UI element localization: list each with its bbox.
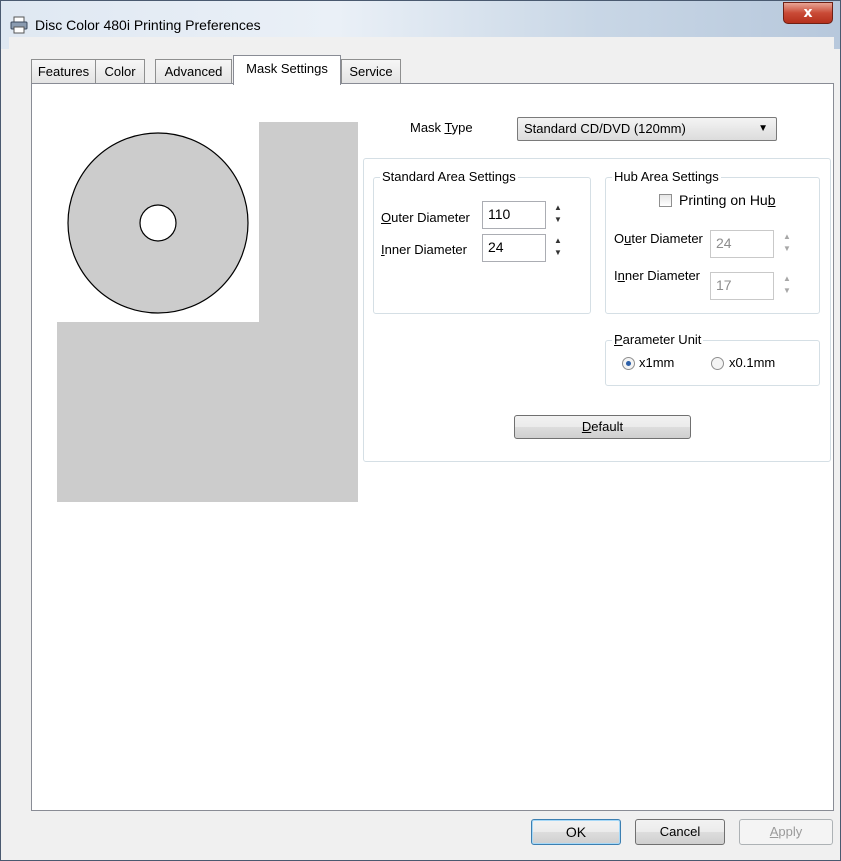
dropdown-arrow-icon: ▼ [758, 123, 768, 134]
hub-outer-diameter-spinner[interactable]: ▲ ▼ [780, 231, 794, 259]
tab-mask-settings[interactable]: Mask Settings [233, 55, 341, 85]
hub-outer-diameter-input[interactable]: 24 [710, 230, 774, 258]
printing-on-hub-checkbox[interactable] [659, 194, 672, 207]
mask-type-label: Mask Type [410, 120, 473, 135]
outer-diameter-label: Outer Diameter [381, 210, 470, 225]
hub-inner-diameter-spinner[interactable]: ▲ ▼ [780, 273, 794, 301]
hub-outer-diameter-label: Outer Diameter [614, 231, 703, 246]
disc-preview [67, 132, 249, 314]
cancel-button[interactable]: Cancel [635, 819, 725, 845]
default-button[interactable]: Default [514, 415, 691, 439]
printing-on-hub-label[interactable]: Printing on Hub [679, 192, 776, 208]
window-title: Disc Color 480i Printing Preferences [35, 17, 261, 33]
close-button[interactable]: x [783, 2, 833, 24]
unit-x01mm-label[interactable]: x0.1mm [729, 355, 775, 370]
hub-area-title: Hub Area Settings [612, 169, 721, 184]
apply-button[interactable]: Apply [739, 819, 833, 845]
mask-type-dropdown[interactable]: Standard CD/DVD (120mm) ▼ [517, 117, 777, 141]
outer-diameter-input[interactable]: 110 [482, 201, 546, 229]
outer-diameter-spinner[interactable]: ▲ ▼ [551, 202, 565, 230]
mask-preview-area-lower [57, 322, 358, 502]
mask-settings-panel: Mask Type Standard CD/DVD (120mm) ▼ Stan… [31, 83, 834, 811]
hub-inner-diameter-input[interactable]: 17 [710, 272, 774, 300]
tab-features[interactable]: Features [31, 59, 96, 84]
inner-diameter-input[interactable]: 24 [482, 234, 546, 262]
hub-inner-diameter-label: Inner Diameter [614, 268, 700, 283]
close-icon: x [803, 5, 813, 21]
inner-diameter-label: Inner Diameter [381, 242, 467, 257]
unit-x1mm-label[interactable]: x1mm [639, 355, 674, 370]
inner-diameter-spinner[interactable]: ▲ ▼ [551, 235, 565, 263]
unit-x01mm-radio[interactable] [711, 357, 724, 370]
printing-preferences-window: Disc Color 480i Printing Preferences x F… [0, 0, 841, 861]
tab-service[interactable]: Service [341, 59, 401, 84]
unit-x1mm-radio[interactable] [622, 357, 635, 370]
standard-area-title: Standard Area Settings [380, 169, 518, 184]
tab-advanced[interactable]: Advanced [155, 59, 232, 84]
tab-color[interactable]: Color [95, 59, 145, 84]
parameter-unit-title: Parameter Unit [612, 332, 704, 347]
ok-button[interactable]: OK [531, 819, 621, 845]
mask-type-value: Standard CD/DVD (120mm) [524, 121, 686, 136]
mask-preview-area [259, 122, 358, 322]
printer-icon [10, 16, 28, 34]
